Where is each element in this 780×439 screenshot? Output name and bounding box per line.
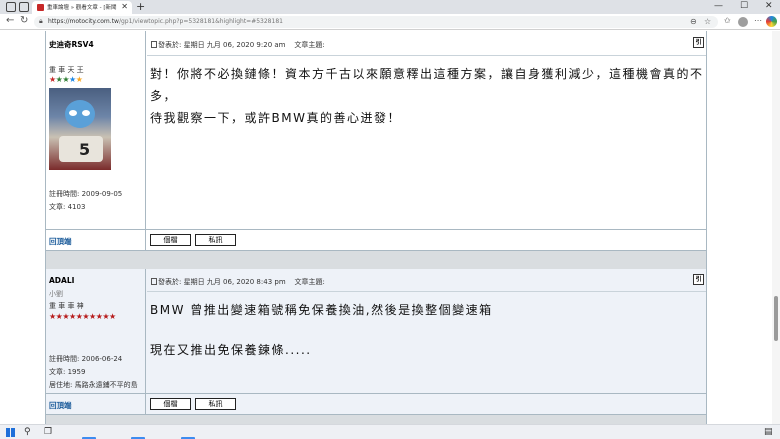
back-arrow-icon[interactable]: ← [6, 15, 14, 26]
profile-button[interactable]: 個檔 [150, 398, 191, 410]
star-icon: ★ [49, 75, 56, 84]
tab-actions-icon[interactable] [19, 2, 29, 12]
rank-stars: ★★★★★ [49, 75, 83, 84]
minimize-button[interactable]: — [714, 1, 723, 11]
post-header-divider [147, 291, 706, 292]
post-time: 發表於: 星期日 九月 06, 2020 9:20 am [158, 41, 286, 49]
post-header: 發表於: 星期日 九月 06, 2020 8:43 pm 文章主題: [151, 277, 325, 287]
post-author-panel: 史迪奇RSV4 重 車 天 王 ★★★★★ 5 註冊時間: 2009-09-05… [46, 31, 146, 229]
page-viewport: 史迪奇RSV4 重 車 天 王 ★★★★★ 5 註冊時間: 2009-09-05… [0, 31, 780, 424]
user-avatar: 5 [49, 88, 111, 170]
site-favicon-icon [37, 4, 44, 11]
action-bar-left: 回頂端 [46, 230, 146, 250]
post-username[interactable]: ADALI [49, 276, 74, 285]
post-action-bar: 回頂端 個檔 私訊 [46, 229, 706, 251]
join-date: 註冊時間: 2009-09-05 [49, 190, 123, 198]
profile-button[interactable]: 個檔 [150, 234, 191, 246]
browser-tab-bar: 重車論壇 » 觀看文章 - [新聞]BMW ✕ + — ☐ ✕ [0, 0, 780, 14]
rank-stars: ★★★★★★★★★★ [49, 313, 116, 321]
quote-button[interactable]: 引 [693, 37, 704, 48]
browser-tab-active[interactable]: 重車論壇 » 觀看文章 - [新聞]BMW ✕ [32, 1, 132, 14]
post-body: BMW 曾推出變速箱號稱免保養換油,然後是換整個變速箱 現在又推出免保養鍊條..… [150, 299, 493, 361]
post-separator [46, 251, 706, 269]
post-content: 發表於: 星期日 九月 06, 2020 8:43 pm 文章主題: 引 BMW… [147, 269, 706, 393]
notification-icon[interactable]: ▤ [764, 427, 773, 437]
user-location: 居住地: 馬路永遠鋪不平的島 [49, 381, 138, 389]
post-icon [151, 278, 157, 285]
post-username[interactable]: 史迪奇RSV4 [49, 39, 94, 50]
post-header-divider [147, 55, 706, 56]
favorite-star-icon[interactable]: ☆ [704, 17, 711, 26]
star-icon: ★ [89, 312, 96, 321]
star-icon: ★ [69, 75, 76, 84]
tab-title: 重車論壇 » 觀看文章 - [新聞]BMW [47, 5, 117, 11]
windows-taskbar: ⚲ ❐ ▤ [0, 424, 780, 439]
tab-close-icon[interactable]: ✕ [121, 2, 128, 11]
windows-start-icon[interactable] [6, 428, 15, 437]
back-to-top-link[interactable]: 回頂端 [49, 400, 72, 411]
post-body-line [150, 321, 493, 339]
post-icon [151, 41, 157, 48]
reload-icon[interactable]: ↻ [20, 15, 28, 26]
user-rank: 重 車 天 王 [49, 66, 84, 74]
page-scrollbar[interactable] [772, 31, 780, 424]
user-nickname: 小劉 [49, 290, 63, 298]
zoom-icon[interactable]: ⊖ [690, 17, 697, 26]
url-text[interactable]: https://motocity.com.tw/gp1/viewtopic.ph… [48, 18, 283, 25]
private-message-button[interactable]: 私訊 [195, 398, 236, 410]
profile-avatar-icon[interactable] [738, 17, 748, 27]
quote-button[interactable]: 引 [693, 274, 704, 285]
new-tab-button[interactable]: + [136, 0, 145, 13]
address-bar[interactable]: 🔒︎ https://motocity.com.tw/gp1/viewtopic… [34, 16, 718, 28]
action-bar-left: 回頂端 [46, 394, 146, 414]
more-menu-icon[interactable]: ⋯ [754, 16, 762, 25]
post-row: 史迪奇RSV4 重 車 天 王 ★★★★★ 5 註冊時間: 2009-09-05… [46, 31, 706, 229]
post-count: 文章: 1959 [49, 368, 86, 376]
star-icon: ★ [75, 75, 83, 84]
post-row: ADALI 小劉 重 車 車 神 ★★★★★★★★★★ 註冊時間: 2006-0… [46, 269, 706, 393]
star-icon: ★ [62, 75, 70, 84]
post-content: 發表於: 星期日 九月 06, 2020 9:20 am 文章主題: 引 對！你… [147, 31, 706, 229]
user-rank: 重 車 車 神 [49, 302, 84, 310]
post-time: 發表於: 星期日 九月 06, 2020 8:43 pm [158, 278, 286, 286]
post-body-line: 對！你將不必換鏈條！資本方千古以來願意釋出這種方案，讓自身獲利減少，這種機會真的… [150, 67, 704, 103]
window-close-button[interactable]: ✕ [765, 1, 773, 11]
post-body-line: 待我觀察一下，或許BMW真的善心迸發！ [150, 111, 401, 125]
post-body: 對！你將不必換鏈條！資本方千古以來願意釋出這種方案，讓自身獲利減少，這種機會真的… [150, 63, 706, 129]
subject-label: 文章主題: [294, 41, 325, 49]
post-author-panel: ADALI 小劉 重 車 車 神 ★★★★★★★★★★ 註冊時間: 2006-0… [46, 269, 146, 393]
post-body-line: 現在又推出免保養鍊條..... [150, 343, 312, 357]
star-icon: ★ [62, 312, 70, 321]
private-message-button[interactable]: 私訊 [195, 234, 236, 246]
scrollbar-thumb[interactable] [774, 296, 778, 341]
star-icon: ★ [69, 312, 76, 321]
join-date: 註冊時間: 2006-06-24 [49, 355, 123, 363]
post-action-bar: 回頂端 個檔 私訊 [46, 393, 706, 415]
forum-post-table: 史迪奇RSV4 重 車 天 王 ★★★★★ 5 註冊時間: 2009-09-05… [45, 31, 707, 424]
back-to-top-link[interactable]: 回頂端 [49, 236, 72, 247]
star-icon: ★ [109, 312, 116, 321]
post-header: 發表於: 星期日 九月 06, 2020 9:20 am 文章主題: [151, 40, 325, 50]
post-count: 文章: 4103 [49, 203, 86, 211]
workspaces-icon[interactable] [6, 2, 16, 12]
search-icon[interactable]: ⚲ [24, 427, 31, 437]
lock-icon: 🔒︎ [39, 17, 43, 25]
star-icon: ★ [49, 312, 56, 321]
browser-toolbar: ← ↻ 🔒︎ https://motocity.com.tw/gp1/viewt… [0, 14, 780, 30]
copilot-icon[interactable] [766, 16, 777, 27]
post-separator [46, 415, 706, 424]
favorites-bar-icon[interactable]: ✩ [724, 16, 731, 25]
maximize-button[interactable]: ☐ [740, 1, 748, 11]
task-view-icon[interactable]: ❐ [44, 427, 52, 437]
subject-label: 文章主題: [294, 278, 325, 286]
post-body-line: BMW 曾推出變速箱號稱免保養換油,然後是換整個變速箱 [150, 303, 493, 317]
